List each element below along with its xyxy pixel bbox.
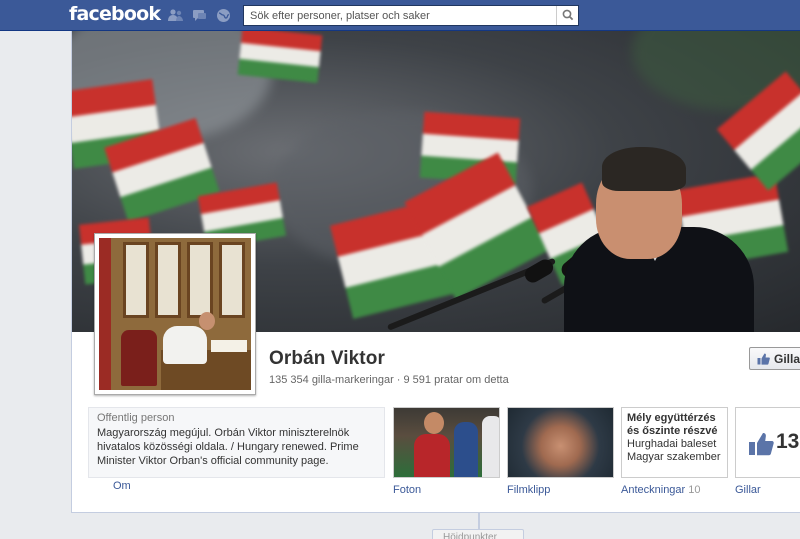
notes-label: Anteckningar	[621, 484, 686, 496]
page-category: Offentlig person	[97, 412, 175, 424]
search-input[interactable]	[244, 6, 554, 25]
search-box	[243, 5, 579, 26]
videos-app-label[interactable]: Filmklipp	[507, 484, 550, 496]
note-text-line: Magyar szakember	[627, 451, 721, 463]
note-title-line: és őszinte részvé	[627, 425, 718, 437]
photos-app-label[interactable]: Foton	[393, 484, 421, 496]
likes-count: 13	[776, 430, 800, 453]
messages-icon[interactable]	[192, 8, 207, 23]
like-button-label: Gilla	[774, 352, 800, 366]
notes-app-label[interactable]: Anteckningar 10	[621, 484, 701, 496]
profile-picture[interactable]	[94, 233, 256, 395]
note-text-line: Hurghadai baleset	[627, 438, 717, 450]
page-description: Magyarország megújul. Orbán Viktor minis…	[97, 427, 359, 467]
page-timeline: Orbán Viktor 135 354 gilla-markeringar ·…	[71, 31, 800, 513]
search-button[interactable]	[556, 6, 578, 25]
about-link[interactable]: Om	[113, 480, 131, 492]
notes-count: 10	[688, 484, 701, 496]
facebook-logo[interactable]: facebook	[69, 3, 161, 25]
top-navigation-bar: facebook	[0, 0, 800, 31]
photos-app-thumbnail[interactable]	[393, 407, 500, 478]
likes-app-label[interactable]: Gillar	[735, 484, 761, 496]
thumbs-up-icon	[757, 353, 770, 365]
thumbs-up-icon	[749, 433, 774, 456]
page-title[interactable]: Orbán Viktor	[269, 348, 385, 370]
note-title-line: Mély együttérzés	[627, 412, 716, 424]
notes-app-thumbnail[interactable]: Mély együttérzés és őszinte részvé Hurgh…	[621, 407, 728, 478]
likes-app-thumbnail[interactable]: 13	[735, 407, 800, 478]
notifications-globe-icon[interactable]	[216, 8, 231, 23]
friend-requests-icon[interactable]	[168, 8, 183, 23]
videos-app-thumbnail[interactable]	[507, 407, 614, 478]
search-icon	[562, 9, 574, 21]
page-stats: 135 354 gilla-markeringar · 9 591 pratar…	[269, 374, 509, 386]
highlights-dropdown[interactable]: Höjdpunkter	[432, 529, 524, 539]
about-box[interactable]: Offentlig person Magyarország megújul. O…	[88, 407, 385, 478]
timeline-spine	[478, 513, 480, 529]
like-button[interactable]: Gilla	[749, 347, 800, 370]
